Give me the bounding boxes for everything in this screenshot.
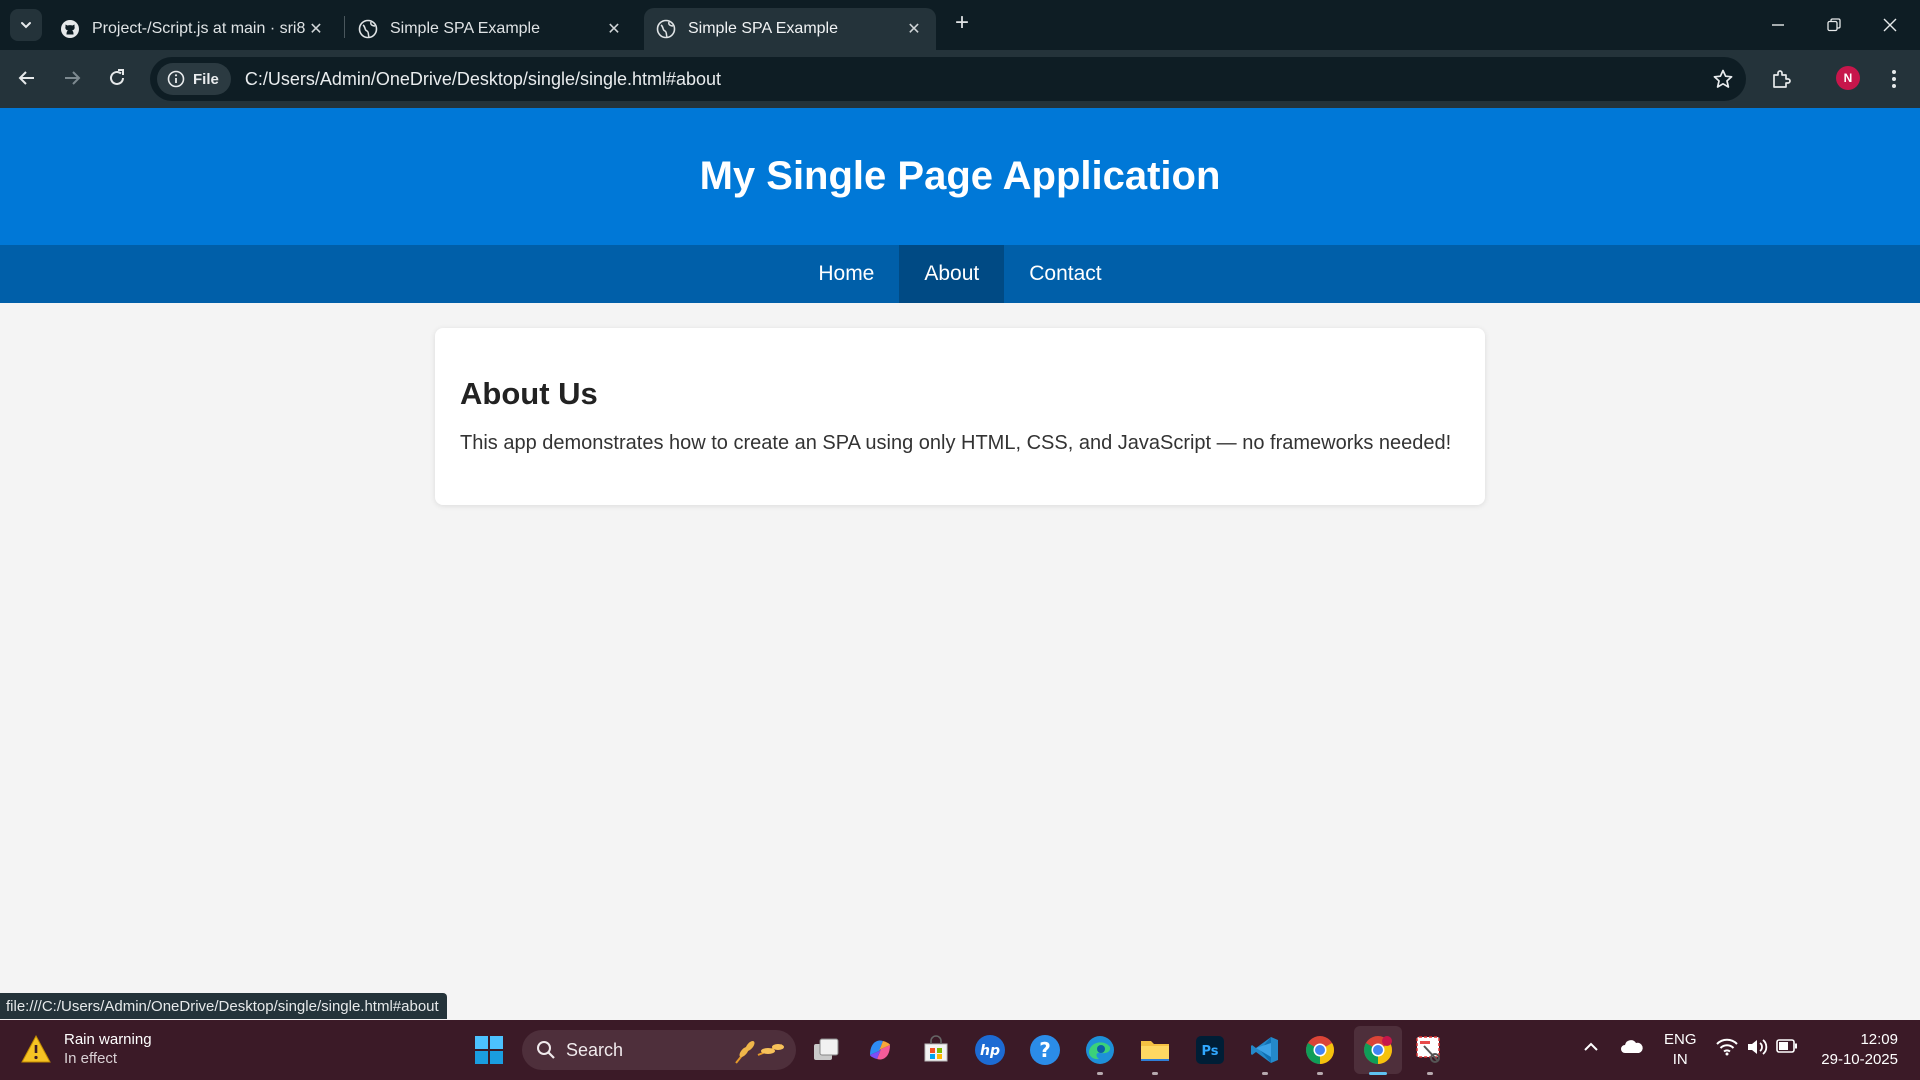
- chevron-down-icon: [21, 22, 31, 29]
- close-icon[interactable]: ✕: [904, 19, 924, 39]
- running-indicator: [1097, 1072, 1103, 1075]
- github-icon: [60, 19, 80, 39]
- windows-start-icon[interactable]: [471, 1032, 507, 1068]
- hp-icon[interactable]: hp: [972, 1032, 1008, 1068]
- file-explorer-icon[interactable]: [1137, 1032, 1173, 1068]
- task-view-icon[interactable]: [808, 1032, 844, 1068]
- nav-link-contact[interactable]: Contact: [1004, 245, 1126, 303]
- clock-time: 12:09: [1860, 1031, 1898, 1048]
- wheat-icon: [735, 1041, 784, 1064]
- battery-icon[interactable]: [1776, 1039, 1798, 1053]
- new-tab-button[interactable]: +: [950, 11, 974, 36]
- restore-button[interactable]: [1814, 8, 1854, 42]
- vscode-icon[interactable]: [1247, 1032, 1283, 1068]
- photoshop-icon[interactable]: Ps: [1192, 1032, 1228, 1068]
- running-indicator: [1317, 1072, 1323, 1075]
- restore-icon: [1827, 18, 1841, 32]
- volume-icon[interactable]: [1746, 1038, 1768, 1056]
- weather-title: Rain warning: [64, 1031, 152, 1048]
- extensions-button[interactable]: [1764, 62, 1798, 96]
- chrome-profile-icon[interactable]: [1360, 1032, 1396, 1068]
- nav-link-about[interactable]: About: [899, 245, 1005, 303]
- wifi-icon[interactable]: [1716, 1038, 1738, 1056]
- close-icon[interactable]: ✕: [306, 19, 326, 39]
- clock-date: 29-10-2025: [1821, 1051, 1898, 1068]
- running-indicator: [1152, 1072, 1158, 1075]
- svg-text:hp: hp: [980, 1043, 1000, 1059]
- running-indicator: [1262, 1072, 1268, 1075]
- chevron-up-icon[interactable]: [1582, 1038, 1600, 1056]
- copilot-icon[interactable]: [862, 1032, 898, 1068]
- nav-link-home[interactable]: Home: [793, 245, 899, 303]
- globe-icon: [358, 19, 378, 39]
- microsoft-store-icon[interactable]: [918, 1032, 954, 1068]
- close-icon: [1883, 18, 1897, 32]
- arrow-left-icon: [18, 71, 34, 85]
- chrome-icon[interactable]: [1302, 1032, 1338, 1068]
- browser-tab-spa[interactable]: Simple SPA Example ✕: [346, 8, 636, 50]
- active-indicator: [1369, 1072, 1387, 1075]
- svg-text:?: ?: [1039, 1038, 1051, 1062]
- site-nav: Home About Contact: [0, 245, 1920, 303]
- profile-avatar[interactable]: N: [1836, 66, 1860, 90]
- back-button[interactable]: [10, 61, 44, 95]
- browser-tab-strip: Project-/Script.js at main · sri88 ✕ Sim…: [0, 0, 1920, 50]
- close-window-button[interactable]: [1870, 8, 1910, 42]
- section-heading: About Us: [460, 376, 598, 411]
- site-info-chip[interactable]: File: [157, 63, 231, 95]
- forward-button[interactable]: [55, 61, 89, 95]
- puzzle-icon: [1773, 70, 1791, 88]
- taskbar-clock[interactable]: 12:09 29-10-2025: [1818, 1030, 1898, 1070]
- page-title: My Single Page Application: [699, 154, 1221, 198]
- running-indicator: [1427, 1072, 1433, 1075]
- info-icon: [167, 70, 185, 88]
- tab-title: Simple SPA Example: [688, 20, 838, 37]
- tab-title: Project-/Script.js at main · sri88: [92, 20, 306, 37]
- minimize-icon: [1772, 24, 1784, 26]
- site-info-label: File: [193, 70, 219, 88]
- weather-widget[interactable]: Rain warning In effect: [20, 1030, 152, 1068]
- taskbar-search[interactable]: Search: [522, 1030, 796, 1070]
- tab-search-button[interactable]: [10, 9, 42, 41]
- site-header: My Single Page Application: [0, 108, 1920, 245]
- content-card: About Us This app demonstrates how to cr…: [435, 328, 1485, 505]
- region-code: IN: [1672, 1051, 1688, 1068]
- weather-subtitle: In effect: [64, 1050, 118, 1067]
- minimize-button[interactable]: [1758, 8, 1798, 42]
- tab-separator: [344, 16, 345, 38]
- bookmark-star-icon[interactable]: [1712, 68, 1734, 95]
- url-text[interactable]: C:/Users/Admin/OneDrive/Desktop/single/s…: [245, 69, 721, 90]
- search-icon: [537, 1041, 555, 1059]
- reload-icon: [110, 69, 124, 85]
- reload-button[interactable]: [100, 61, 134, 95]
- svg-text:Ps: Ps: [1201, 1044, 1218, 1059]
- warning-icon: [21, 1034, 51, 1063]
- help-icon[interactable]: ?: [1027, 1032, 1063, 1068]
- language-code: ENG: [1664, 1031, 1697, 1048]
- browser-menu-button[interactable]: [1882, 64, 1906, 94]
- edge-icon[interactable]: [1082, 1032, 1118, 1068]
- section-text: This app demonstrates how to create an S…: [460, 432, 1452, 454]
- globe-icon: [656, 19, 676, 39]
- close-icon[interactable]: ✕: [604, 19, 624, 39]
- language-indicator[interactable]: ENG IN: [1664, 1030, 1697, 1070]
- snipping-tool-icon[interactable]: [1412, 1032, 1448, 1068]
- arrow-right-icon: [65, 71, 81, 85]
- taskbar: Rain warning In effect Search hp ? Ps EN…: [0, 1020, 1920, 1080]
- tab-title: Simple SPA Example: [390, 20, 540, 37]
- link-status-bubble: file:///C:/Users/Admin/OneDrive/Desktop/…: [0, 993, 447, 1019]
- address-bar[interactable]: File C:/Users/Admin/OneDrive/Desktop/sin…: [150, 57, 1746, 101]
- search-placeholder: Search: [566, 1039, 624, 1060]
- more-vertical-icon: [1892, 70, 1896, 88]
- browser-tab-spa-active[interactable]: Simple SPA Example ✕: [644, 8, 936, 50]
- browser-tab-github[interactable]: Project-/Script.js at main · sri88 ✕: [48, 8, 338, 50]
- onedrive-cloud-icon[interactable]: [1620, 1038, 1644, 1054]
- browser-toolbar: File C:/Users/Admin/OneDrive/Desktop/sin…: [0, 50, 1920, 108]
